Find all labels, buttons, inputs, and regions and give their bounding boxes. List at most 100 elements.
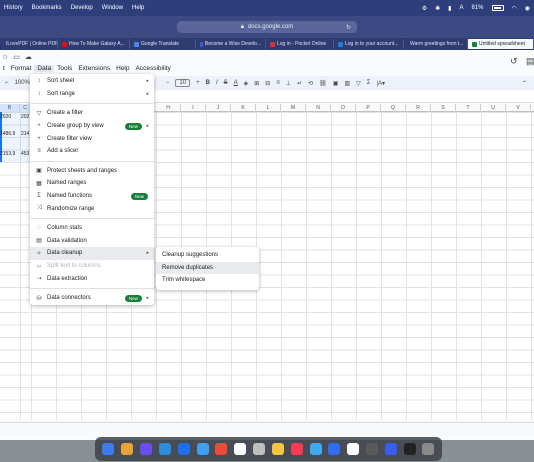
data-menu-item-named-functions[interactable]: Σ Named functions New bbox=[30, 190, 154, 203]
telegram-icon[interactable] bbox=[309, 443, 322, 455]
column-header[interactable]: H bbox=[156, 104, 181, 112]
data-menu-item-sort-range[interactable]: ↕ Sort range ▸ bbox=[30, 88, 154, 101]
column-header[interactable]: U bbox=[481, 104, 506, 112]
shield-icon[interactable]: ▮ bbox=[448, 5, 451, 12]
remove-duplicates-item[interactable]: Remove duplicates bbox=[156, 261, 259, 275]
menubar-help[interactable]: Help bbox=[132, 5, 144, 11]
menubar-bookmarks[interactable]: Bookmarks bbox=[32, 5, 62, 11]
menubar-develop[interactable]: Develop bbox=[71, 5, 93, 11]
column-header[interactable]: R bbox=[406, 104, 431, 112]
column-header[interactable]: V bbox=[506, 104, 531, 112]
data-menu-item-sort-sheet[interactable]: ↕ Sort sheet ▸ bbox=[30, 75, 154, 88]
column-header[interactable]: I bbox=[181, 104, 206, 112]
cell-b1[interactable]: 2020 bbox=[0, 114, 11, 120]
chart-icon[interactable]: ▥ bbox=[341, 80, 353, 87]
cell-c3[interactable]: 453 bbox=[21, 151, 29, 157]
comment-icon[interactable]: ▤ bbox=[526, 56, 534, 67]
browser-tab[interactable]: ILovePDF | Online PDF... bbox=[0, 39, 58, 49]
column-header[interactable]: B bbox=[0, 104, 20, 112]
column-header[interactable]: N bbox=[306, 104, 331, 112]
decrease-font-button[interactable]: − bbox=[163, 80, 173, 86]
data-menu-item-data-validation[interactable]: ▤ Data validation bbox=[30, 235, 154, 248]
menu-tools[interactable]: Tools bbox=[54, 65, 75, 72]
control-center-icon[interactable]: ◉ bbox=[525, 5, 530, 12]
data-menu-item-data-cleanup[interactable]: ✧ Data cleanup ▸ bbox=[30, 247, 154, 260]
bold-icon[interactable]: B bbox=[203, 80, 213, 86]
menu-extensions[interactable]: Extensions bbox=[75, 65, 113, 72]
data-menu-item-data-connectors[interactable]: ⛁ Data connectors New ▸ bbox=[30, 292, 154, 305]
move-icon[interactable]: ▭ bbox=[13, 53, 20, 61]
browser-tab[interactable]: Untitled spreadsheet bbox=[468, 39, 534, 49]
notes-icon[interactable] bbox=[271, 443, 284, 455]
italic-icon[interactable]: I bbox=[213, 80, 221, 86]
column-header[interactable]: O bbox=[331, 104, 356, 112]
word-icon[interactable] bbox=[384, 443, 397, 455]
browser-tab[interactable]: Become a Wise Develo... bbox=[196, 39, 266, 49]
star-icon[interactable]: ☆ bbox=[2, 53, 8, 61]
keyboard-icon[interactable]: A bbox=[459, 5, 463, 11]
browser-tab[interactable]: Warm greetings from t... bbox=[404, 39, 468, 49]
menu-format[interactable]: Format bbox=[8, 65, 35, 72]
address-bar[interactable]: 🔒︎ docs.google.com ↻ bbox=[177, 21, 357, 33]
menubar-window[interactable]: Window bbox=[102, 5, 123, 11]
reload-icon[interactable]: ↻ bbox=[346, 24, 351, 31]
fill-color-icon[interactable]: ◈ bbox=[241, 80, 252, 87]
preview-icon[interactable] bbox=[253, 443, 266, 455]
valign-icon[interactable]: ⊥ bbox=[283, 80, 294, 87]
data-menu-item-column-stats[interactable]: ◌ Column stats bbox=[30, 222, 154, 235]
vscode-icon[interactable] bbox=[158, 443, 171, 455]
safari-icon[interactable] bbox=[177, 443, 190, 455]
data-menu-item-create-filter-view[interactable]: + Create filter view bbox=[30, 132, 154, 145]
browser-tab[interactable]: How To Make Galaxy A... bbox=[58, 39, 130, 49]
appstore-icon[interactable] bbox=[196, 443, 209, 455]
photos-icon[interactable] bbox=[215, 443, 228, 455]
history-icon[interactable]: ↺ bbox=[510, 56, 518, 67]
data-menu-item-data-extraction[interactable]: ⇢ Data extraction bbox=[30, 272, 154, 285]
functions-icon[interactable]: Σ bbox=[364, 80, 374, 86]
column-header[interactable]: T bbox=[456, 104, 481, 112]
battery-icon[interactable] bbox=[491, 5, 504, 11]
data-menu-item-create-a-filter[interactable]: ▽ Create a filter bbox=[30, 107, 154, 120]
collapse-toolbar-icon[interactable]: ⌃ bbox=[519, 80, 530, 87]
browser-tab[interactable]: Log in to your account... bbox=[334, 39, 404, 49]
font-size-input[interactable]: 10 bbox=[175, 79, 191, 87]
column-header[interactable]: J bbox=[206, 104, 231, 112]
wifi-icon[interactable]: ◠ bbox=[512, 5, 517, 12]
chatgpt-icon[interactable] bbox=[366, 443, 378, 455]
data-menu-item-protect-sheets-and-ranges[interactable]: ▣ Protect sheets and ranges bbox=[30, 165, 154, 178]
link-icon[interactable]: ⛓ bbox=[316, 80, 330, 87]
rotate-icon[interactable]: ⟲ bbox=[305, 80, 316, 87]
column-header[interactable]: P bbox=[356, 104, 381, 112]
filter-toolbar-icon[interactable]: ▽ bbox=[353, 80, 364, 87]
menu-t[interactable]: t bbox=[0, 65, 8, 72]
data-menu-item-randomize-range[interactable]: ⤨ Randomize range bbox=[30, 202, 154, 215]
increase-font-button[interactable]: + bbox=[193, 80, 203, 86]
column-header[interactable]: L bbox=[256, 104, 281, 112]
data-menu-item-split-text-to-columns[interactable]: ⇹ Split text to columns bbox=[30, 260, 154, 273]
column-header[interactable]: M bbox=[281, 104, 306, 112]
cleanup-suggestions-item[interactable]: Cleanup suggestions bbox=[156, 249, 259, 262]
bitwarden-icon[interactable] bbox=[328, 443, 341, 455]
wrap-icon[interactable]: ↵ bbox=[294, 80, 305, 87]
strikethrough-icon[interactable]: S bbox=[221, 80, 231, 86]
cell-c2[interactable]: 214 bbox=[21, 131, 29, 137]
column-header[interactable]: K bbox=[231, 104, 256, 112]
cloud-icon[interactable]: ☁ bbox=[25, 53, 32, 61]
trim-whitespace-item[interactable]: Trim whitespace bbox=[156, 274, 259, 287]
text-color-icon[interactable]: A bbox=[231, 80, 241, 86]
column-header[interactable]: S bbox=[431, 104, 456, 112]
calendar-icon[interactable] bbox=[234, 443, 247, 455]
chrome-icon[interactable] bbox=[347, 443, 360, 455]
menubar-history[interactable]: History bbox=[4, 5, 23, 11]
browser-tab[interactable]: Log in - Pocket Online bbox=[266, 39, 334, 49]
menu-help[interactable]: Help bbox=[113, 65, 132, 72]
data-menu-item-add-a-slicer[interactable]: ≡ Add a slicer bbox=[30, 145, 154, 158]
column-header[interactable]: Q bbox=[381, 104, 406, 112]
finder-icon[interactable] bbox=[102, 443, 115, 455]
menu-data[interactable]: Data bbox=[34, 64, 55, 72]
merge-icon[interactable]: ⊟ bbox=[262, 80, 273, 87]
paint-format-icon[interactable]: ⌐ bbox=[2, 80, 12, 86]
cell-b2[interactable]: 1486.9 bbox=[0, 131, 15, 137]
browser-tab[interactable]: Google Translate bbox=[130, 39, 196, 49]
data-menu-item-named-ranges[interactable]: ▦ Named ranges bbox=[30, 177, 154, 190]
